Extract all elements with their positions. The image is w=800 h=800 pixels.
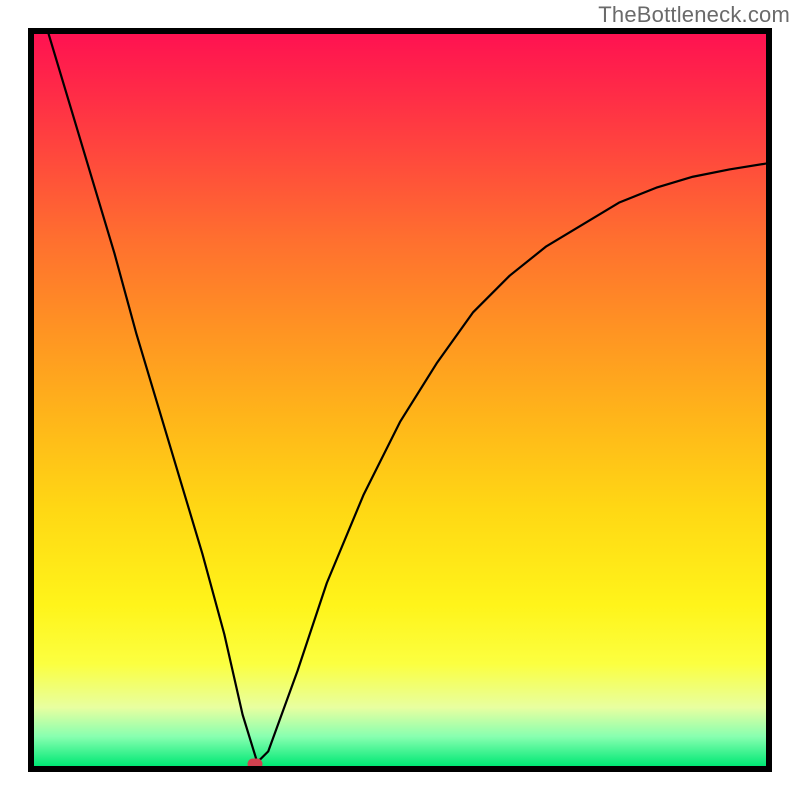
optimal-point-marker (248, 758, 263, 769)
chart-container: TheBottleneck.com (0, 0, 800, 800)
bottleneck-curve (34, 34, 766, 766)
watermark-text: TheBottleneck.com (598, 2, 790, 28)
plot-area (28, 28, 772, 772)
